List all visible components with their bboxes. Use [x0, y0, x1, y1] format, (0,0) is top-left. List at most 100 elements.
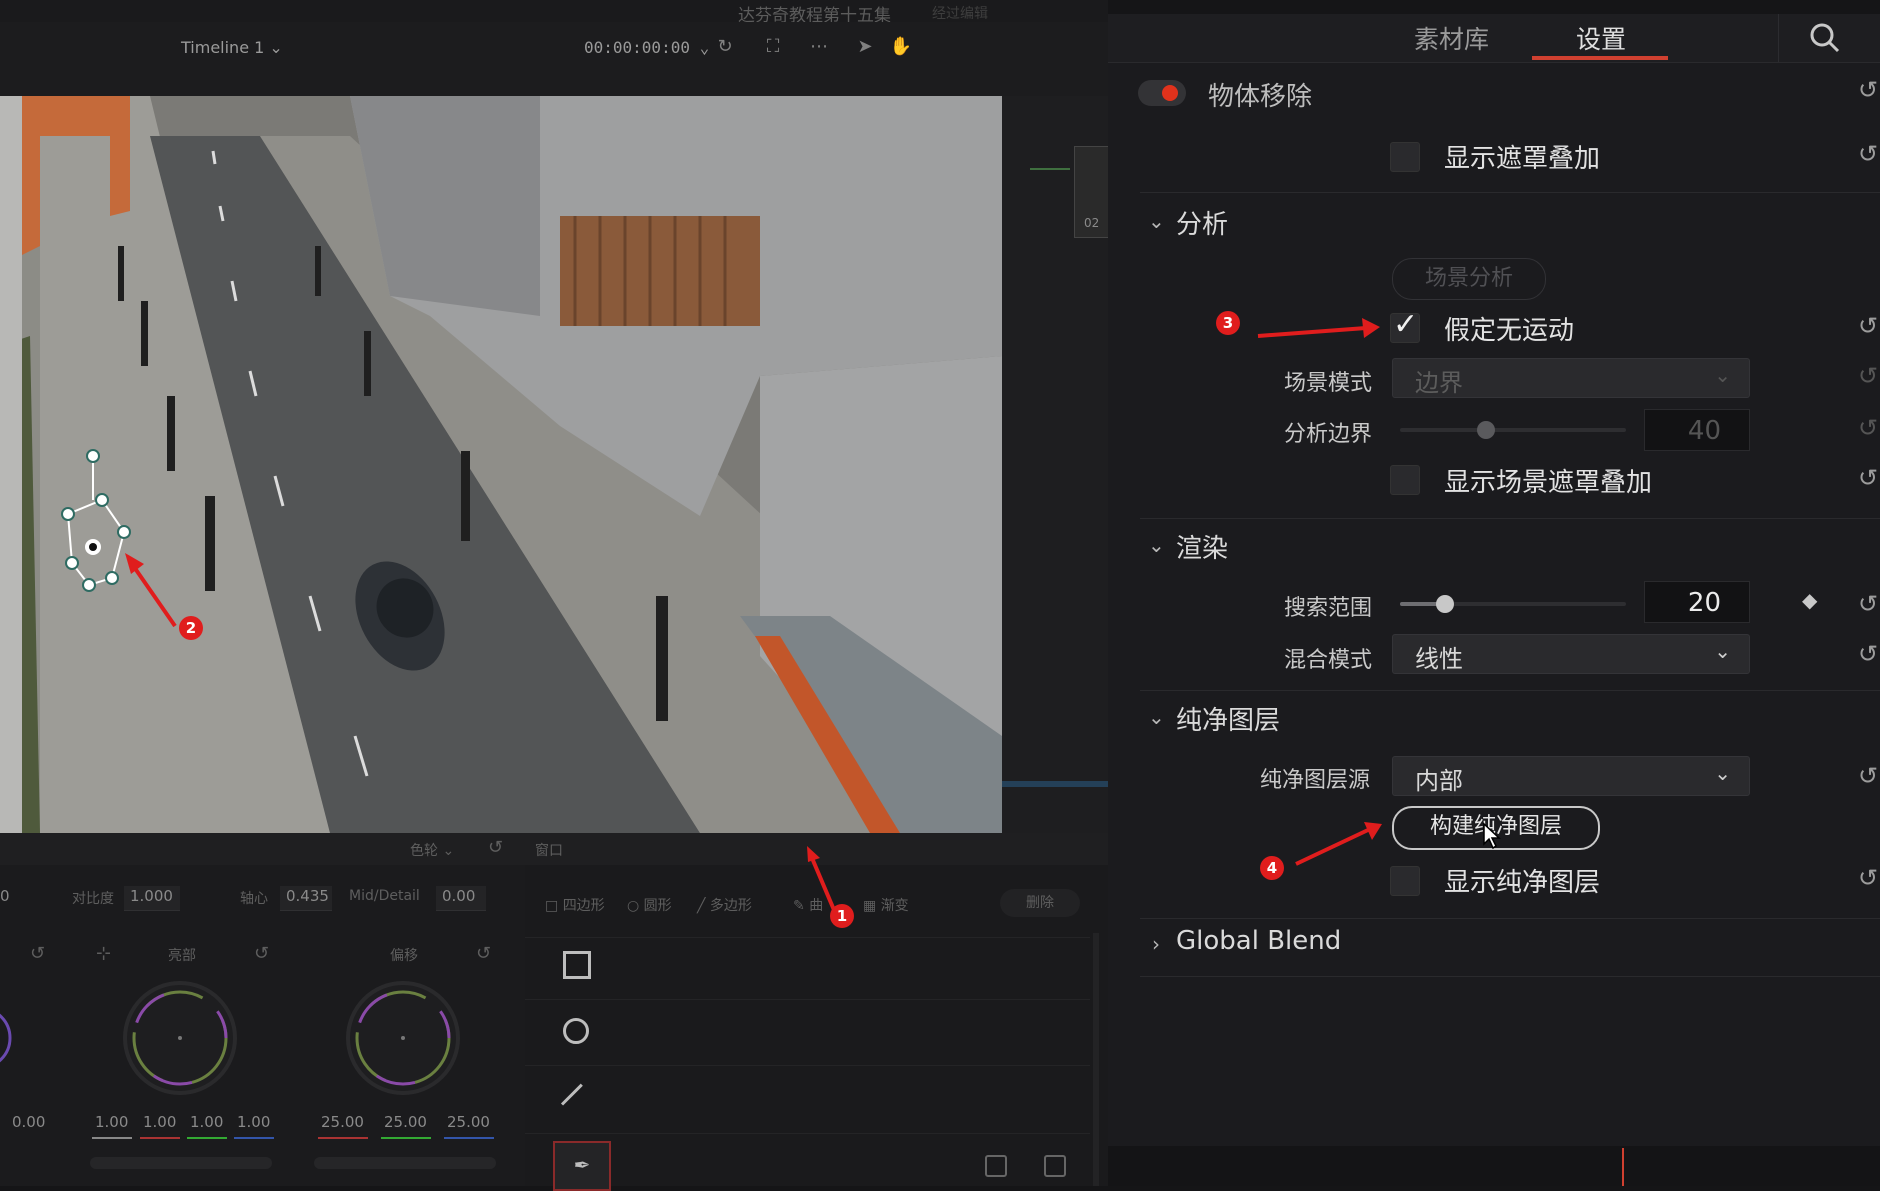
reset-icon[interactable]: ↺ [1858, 592, 1880, 616]
search-range-label: 搜索范围 [1284, 596, 1373, 621]
scene-mode-dropdown[interactable]: 边界 ⌄ [1392, 358, 1750, 398]
reset-icon[interactable]: ↺ [1858, 866, 1880, 890]
show-mask-overlay-label: 显示遮罩叠加 [1444, 144, 1601, 174]
contrast-label: 对比度 [72, 891, 114, 907]
blend-mode-dropdown[interactable]: 线性 ⌄ [1392, 634, 1750, 674]
chevron-right-icon[interactable]: › [1152, 932, 1160, 956]
more-options-icon[interactable]: ⋯ [806, 34, 832, 60]
annotation-marker: 1 [830, 904, 854, 928]
picker-icon[interactable]: ⊹ [96, 943, 111, 964]
gain-value[interactable]: 1.00 [190, 1113, 223, 1131]
circle-window-icon[interactable] [563, 1018, 589, 1044]
chevron-down-icon[interactable]: ⌄ [1148, 705, 1165, 729]
reset-icon[interactable]: ↺ [1858, 416, 1880, 440]
reset-icon[interactable]: ↺ [30, 943, 45, 964]
mouse-cursor-icon [1483, 822, 1501, 850]
annotation-arrow [1257, 318, 1380, 338]
search-icon[interactable] [1809, 22, 1841, 54]
reset-icon[interactable]: ↺ [1858, 142, 1880, 166]
show-mask-overlay-checkbox[interactable] [1390, 142, 1420, 172]
show-clean-plate-label: 显示纯净图层 [1444, 868, 1601, 898]
middetail-label: Mid/Detail [349, 888, 420, 904]
offset-value[interactable]: 25.00 [447, 1113, 490, 1131]
reset-icon[interactable]: ↺ [1858, 364, 1880, 388]
offset-value[interactable]: 25.00 [384, 1113, 427, 1131]
wheel-label-gain: 亮部 [168, 948, 196, 964]
keyframe-diamond-icon[interactable]: ◆ [1802, 588, 1817, 612]
section-title-analysis[interactable]: 分析 [1176, 204, 1228, 241]
aerial-street-frame [0, 96, 1002, 833]
window-toggle-icon[interactable] [985, 1155, 1007, 1177]
assume-no-motion-checkbox[interactable] [1390, 307, 1420, 343]
timeline-selector[interactable]: Timeline 1 ⌄ [181, 38, 283, 57]
section-title-render[interactable]: 渲染 [1176, 528, 1228, 565]
pivot-value[interactable]: 0.435 [286, 887, 329, 905]
lift-value[interactable]: 0.00 [12, 1113, 45, 1131]
annotation-marker: 4 [1260, 856, 1284, 880]
contrast-value[interactable]: 1.000 [130, 887, 173, 905]
annotation-marker: 2 [179, 616, 203, 640]
reset-icon[interactable]: ↺ [1858, 78, 1880, 102]
window-list-scrollbar[interactable] [1093, 933, 1099, 1186]
section-title-global-blend[interactable]: Global Blend [1176, 926, 1341, 956]
square-window-icon[interactable] [563, 951, 591, 979]
tab-settings[interactable]: 设置 [1576, 20, 1626, 56]
search-range-slider-knob[interactable] [1436, 595, 1455, 613]
chevron-down-icon: ⌄ [1714, 363, 1731, 387]
reset-icon[interactable]: ↺ [1858, 764, 1880, 788]
line-window-icon[interactable] [560, 1083, 583, 1106]
pen-window-icon[interactable]: ✒ [553, 1141, 611, 1191]
delete-button[interactable]: 删除 [1000, 889, 1080, 917]
reset-icon[interactable]: ↺ [1858, 642, 1880, 666]
blend-mode-label: 混合模式 [1284, 648, 1373, 673]
window-tool-quad[interactable]: □ 四边形 [545, 895, 605, 915]
tab-library[interactable]: 素材库 [1414, 20, 1489, 56]
assume-no-motion-label: 假定无运动 [1444, 316, 1575, 346]
effect-enable-toggle[interactable] [1138, 80, 1186, 106]
color-wheels[interactable] [0, 973, 525, 1103]
show-scene-mask-overlay-label: 显示场景遮罩叠加 [1444, 468, 1653, 498]
analysis-border-slider-knob[interactable] [1476, 421, 1495, 439]
hand-tool-icon[interactable]: ✋ [888, 34, 914, 60]
pointer-tool-icon[interactable]: ➤ [852, 34, 878, 60]
gain-value[interactable]: 1.00 [143, 1113, 176, 1131]
clip-badge: 02 [1084, 216, 1100, 230]
reset-icon[interactable]: ↺ [1858, 314, 1880, 338]
chevron-down-icon[interactable]: ⌄ [1148, 209, 1165, 233]
window-toggle-icon[interactable] [1044, 1155, 1066, 1177]
chevron-down-icon[interactable]: ⌄ [1148, 533, 1165, 557]
reset-icon[interactable]: ↺ [1858, 466, 1880, 490]
reset-icon[interactable]: ↺ [254, 943, 269, 964]
window-panel-title: 窗口 [535, 843, 563, 859]
offset-value[interactable]: 25.00 [321, 1113, 364, 1131]
middetail-value[interactable]: 0.00 [442, 887, 475, 905]
search-range-input[interactable]: 20 [1644, 581, 1750, 623]
window-tool-circle[interactable]: ○ 圆形 [627, 895, 672, 915]
scene-analysis-button[interactable]: 场景分析 [1392, 258, 1546, 300]
gain-jog-wheel[interactable] [90, 1157, 272, 1169]
analysis-border-input[interactable]: 40 [1644, 409, 1750, 451]
reset-icon[interactable]: ↺ [476, 943, 491, 964]
window-titlebar: 达芬奇教程第十五集 经过编辑 [0, 0, 1108, 26]
fullscreen-icon[interactable]: ⛶ [760, 34, 786, 60]
section-title-clean-plate[interactable]: 纯净图层 [1176, 700, 1280, 737]
clean-plate-source-dropdown[interactable]: 内部 ⌄ [1392, 756, 1750, 796]
window-tool-polygon[interactable]: ╱ 多边形 [697, 895, 752, 915]
video-viewer[interactable] [0, 96, 1002, 833]
color-wheels-panel: 色轮 ⌄ ↺ 0 对比度 1.000 轴心 0.435 Mid/Detail 0… [0, 833, 525, 1186]
chevron-down-icon: ⌄ [1714, 639, 1731, 663]
show-clean-plate-checkbox[interactable] [1390, 866, 1420, 896]
timecode-display[interactable]: 00:00:00:00 ⌄ [584, 38, 709, 57]
offset-jog-wheel[interactable] [314, 1157, 496, 1169]
chevron-down-icon: ⌄ [1714, 761, 1731, 785]
project-status: 经过编辑 [932, 6, 988, 22]
gain-value[interactable]: 1.00 [237, 1113, 270, 1131]
effect-name: 物体移除 [1208, 82, 1313, 112]
loop-icon[interactable]: ↻ [712, 34, 738, 60]
wheels-mode-selector[interactable]: 色轮 ⌄ [410, 840, 454, 860]
analysis-border-slider[interactable] [1400, 428, 1626, 432]
reset-icon[interactable]: ↺ [488, 837, 503, 858]
show-scene-mask-overlay-checkbox[interactable] [1390, 465, 1420, 495]
gain-value[interactable]: 1.00 [95, 1113, 128, 1131]
scene-mode-label: 场景模式 [1284, 371, 1373, 396]
